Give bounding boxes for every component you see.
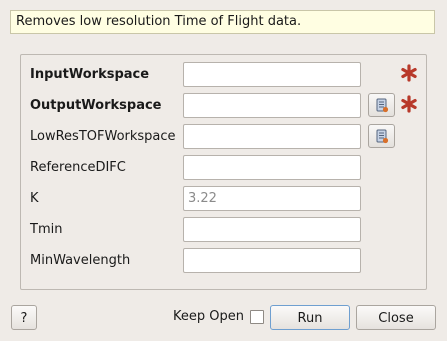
property-label: OutputWorkspace: [30, 98, 162, 113]
property-row-tmin: Tmin: [21, 217, 426, 243]
property-row-referencedifc: ReferenceDIFC: [21, 155, 426, 181]
outputworkspace-browse-button[interactable]: [368, 93, 395, 117]
tmin-field[interactable]: [183, 217, 361, 242]
property-label: MinWavelength: [30, 253, 131, 268]
properties-panel: InputWorkspace OutputWorkspace LowResTOF…: [20, 54, 427, 290]
k-field[interactable]: [183, 186, 361, 211]
required-asterisk-icon: [400, 95, 418, 117]
help-button[interactable]: ?: [11, 305, 37, 330]
property-label: LowResTOFWorkspace: [30, 129, 176, 144]
keep-open-label: Keep Open: [173, 309, 244, 324]
referencedifc-field[interactable]: [183, 155, 361, 180]
property-row-minwavelength: MinWavelength: [21, 248, 426, 274]
property-row-inputworkspace: InputWorkspace: [21, 62, 426, 88]
close-button[interactable]: Close: [356, 305, 436, 330]
required-asterisk-icon: [400, 64, 418, 86]
property-label: ReferenceDIFC: [30, 160, 126, 175]
algorithm-description: Removes low resolution Time of Flight da…: [10, 10, 435, 34]
workspace-browse-icon: [376, 98, 388, 112]
run-button[interactable]: Run: [270, 305, 350, 330]
workspace-browse-icon: [376, 129, 388, 143]
property-label: K: [30, 191, 39, 206]
minwavelength-field[interactable]: [183, 248, 361, 273]
property-row-lowrestofworkspace: LowResTOFWorkspace: [21, 124, 426, 150]
inputworkspace-field[interactable]: [183, 62, 361, 87]
property-row-outputworkspace: OutputWorkspace: [21, 93, 426, 119]
outputworkspace-field[interactable]: [183, 93, 361, 118]
lowrestofworkspace-browse-button[interactable]: [368, 124, 395, 148]
lowrestofworkspace-field[interactable]: [183, 124, 361, 149]
property-row-k: K: [21, 186, 426, 212]
keep-open-checkbox[interactable]: [250, 310, 264, 324]
property-label: InputWorkspace: [30, 67, 150, 82]
property-label: Tmin: [30, 222, 63, 237]
